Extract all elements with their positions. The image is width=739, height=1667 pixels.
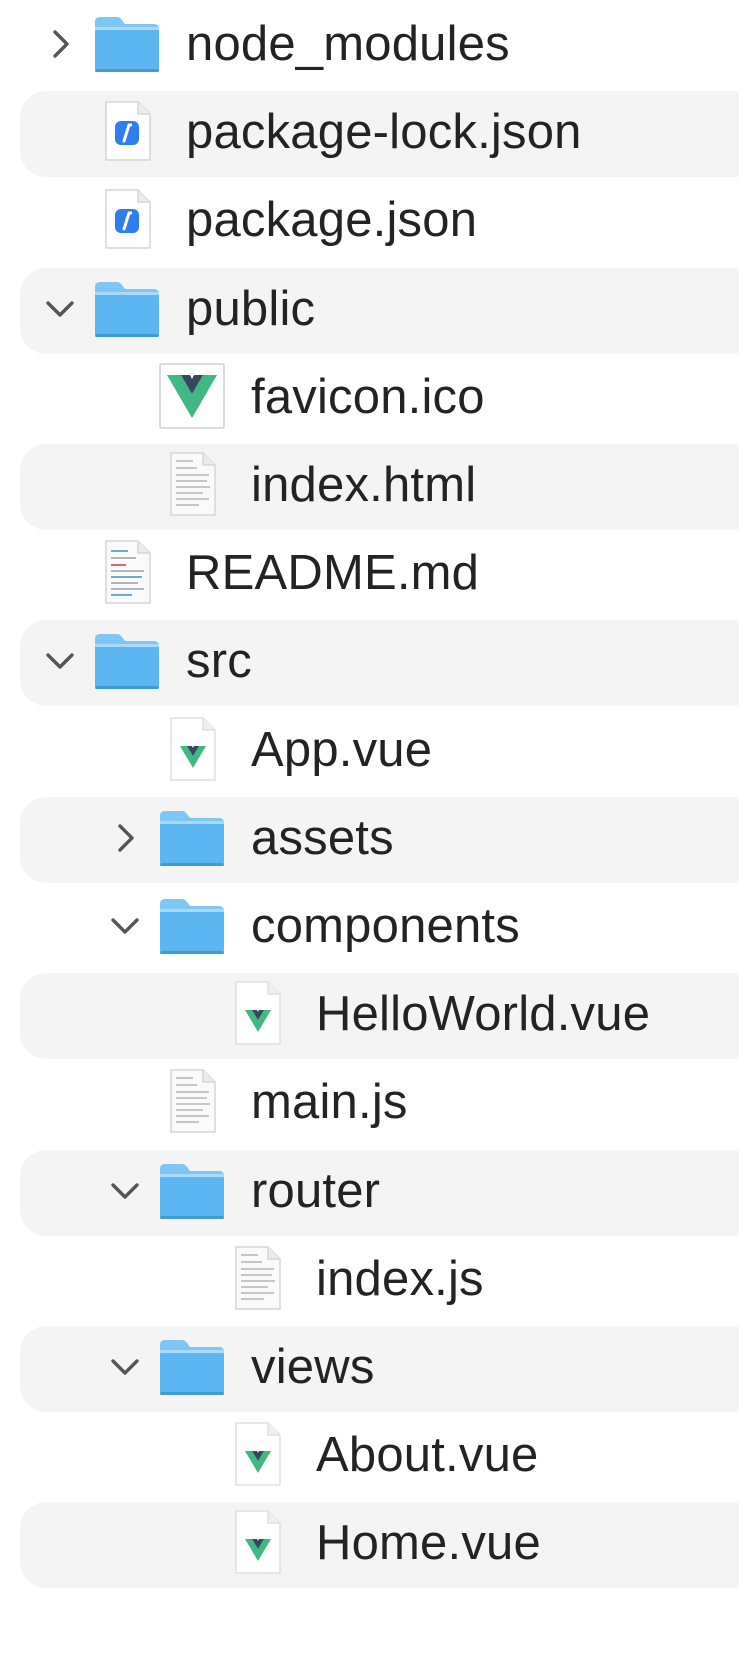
chevron-right-icon[interactable]	[107, 820, 143, 856]
file-row-readme-md[interactable]: README.md	[0, 529, 739, 617]
item-name: README.md	[186, 546, 480, 601]
chevron-down-icon[interactable]	[42, 643, 78, 679]
folder-row-router[interactable]: router	[0, 1147, 739, 1236]
folder-icon	[92, 8, 162, 78]
folder-icon	[157, 1155, 227, 1225]
file-row-main-js[interactable]: main.js	[0, 1058, 739, 1146]
vue-file-icon	[222, 978, 292, 1048]
text-file-icon	[157, 449, 227, 519]
item-name: About.vue	[316, 1428, 539, 1483]
folder-icon	[157, 890, 227, 960]
file-row-about-vue[interactable]: About.vue	[0, 1411, 739, 1499]
folder-row-views[interactable]: views	[0, 1323, 739, 1412]
folder-row-node-modules[interactable]: node_modules	[0, 0, 739, 88]
file-row-index-html[interactable]: index.html	[0, 441, 739, 530]
vue-file-icon	[222, 1507, 292, 1577]
file-row-package-lock-json[interactable]: package-lock.json	[0, 88, 739, 178]
chevron-down-icon[interactable]	[107, 1349, 143, 1385]
folder-icon	[157, 802, 227, 872]
folder-row-assets[interactable]: assets	[0, 794, 739, 883]
item-name: assets	[251, 810, 394, 865]
chevron-down-icon[interactable]	[42, 291, 78, 327]
item-name: src	[186, 634, 252, 689]
file-row-package-json[interactable]: package.json	[0, 176, 739, 264]
item-name: index.js	[316, 1251, 484, 1306]
item-name: HelloWorld.vue	[316, 987, 651, 1042]
vue-logo-icon	[157, 361, 227, 431]
text-file-icon	[157, 1066, 227, 1136]
folder-row-components[interactable]: components	[0, 882, 739, 970]
item-name: favicon.ico	[251, 369, 485, 424]
item-name: App.vue	[251, 722, 433, 777]
text-file-icon	[222, 1243, 292, 1313]
file-row-home-vue[interactable]: Home.vue	[0, 1499, 739, 1589]
item-name: components	[251, 899, 520, 953]
folder-row-public[interactable]: public	[0, 265, 739, 354]
item-name: public	[186, 281, 316, 336]
item-name: index.html	[251, 458, 477, 512]
markdown-file-icon	[92, 537, 162, 607]
item-name: node_modules	[186, 17, 510, 71]
item-name: package.json	[186, 193, 478, 248]
file-row-favicon-ico[interactable]: favicon.ico	[0, 353, 739, 441]
item-name: package-lock.json	[186, 105, 582, 160]
chevron-down-icon[interactable]	[107, 908, 143, 944]
vue-file-icon	[222, 1419, 292, 1489]
chevron-down-icon[interactable]	[107, 1173, 143, 1209]
folder-icon	[92, 625, 162, 695]
item-name: router	[251, 1163, 381, 1218]
folder-icon	[92, 273, 162, 343]
folder-icon	[157, 1331, 227, 1401]
item-name: views	[251, 1340, 375, 1394]
file-row-index-js[interactable]: index.js	[0, 1235, 739, 1323]
file-row-app-vue[interactable]: App.vue	[0, 706, 739, 794]
folder-row-src[interactable]: src	[0, 617, 739, 707]
item-name: Home.vue	[316, 1516, 541, 1571]
chevron-right-icon[interactable]	[42, 26, 78, 62]
json-file-icon	[92, 184, 162, 254]
json-file-icon	[92, 96, 162, 166]
vue-file-icon	[157, 714, 227, 784]
file-row-helloworld-vue[interactable]: HelloWorld.vue	[0, 970, 739, 1060]
item-name: main.js	[251, 1075, 408, 1130]
